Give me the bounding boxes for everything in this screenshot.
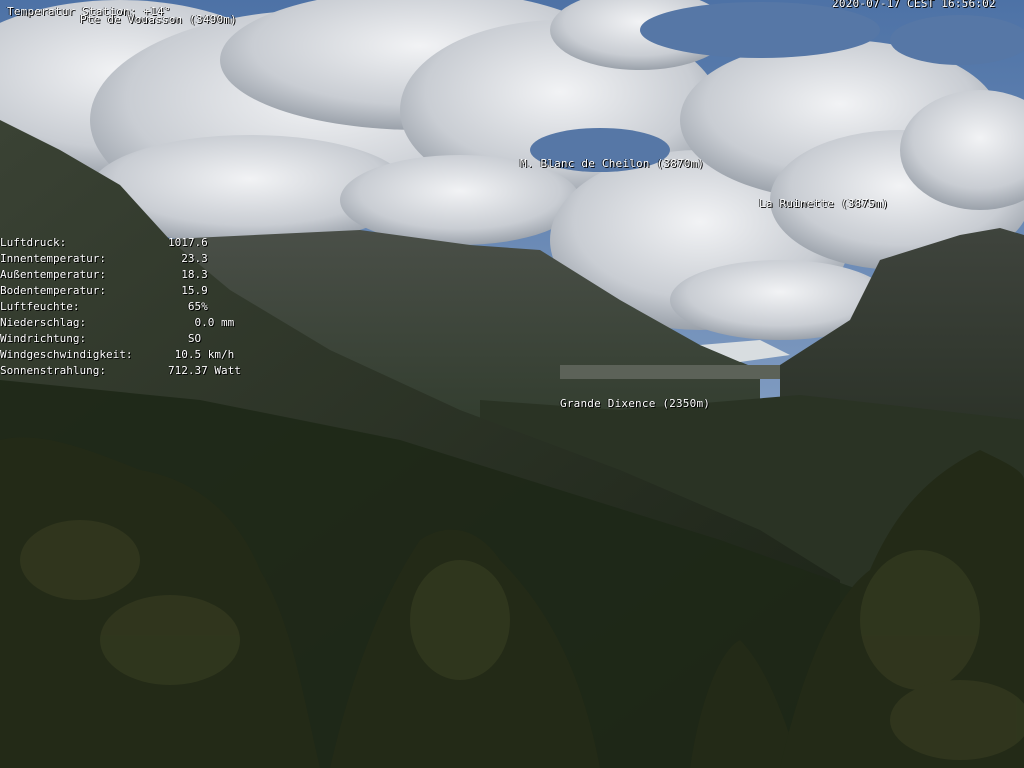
reading-label: Innentemperatur: xyxy=(0,252,106,265)
reading-label: Sonnenstrahlung: xyxy=(0,364,106,377)
reading-row: Windgeschwindigkeit: 10.5 km/h xyxy=(0,347,234,363)
reading-label: Windgeschwindigkeit: xyxy=(0,348,133,361)
reading-label: Außentemperatur: xyxy=(0,268,106,281)
reading-value: SO xyxy=(168,332,202,345)
reading-row: Luftfeuchte: 65% xyxy=(0,299,208,315)
reading-value: 65% xyxy=(168,300,208,313)
reading-value: 712.37 Watt xyxy=(168,364,241,377)
peak-label-grande-dixence: Grande Dixence (2350m) xyxy=(560,397,711,410)
reading-value: 15.9 xyxy=(168,284,208,297)
timestamp: 2020-07-17 CEST 16:56:02 xyxy=(832,0,996,10)
reading-label: Bodentemperatur: xyxy=(0,284,106,297)
weather-readings: Luftdruck: 1017.6 Innentemperatur: 23.3 … xyxy=(0,235,241,379)
reading-row: Sonnenstrahlung: 712.37 Watt xyxy=(0,363,241,379)
station-subtitle: Pte de Vouasson (3490m) xyxy=(80,13,237,26)
reading-row: Innentemperatur: 23.3 xyxy=(0,251,208,267)
reading-value: 23.3 xyxy=(168,252,208,265)
reading-label: Windrichtung: xyxy=(0,332,87,345)
reading-row: Niederschlag: 0.0 mm xyxy=(0,315,234,331)
reading-value: 0.0 mm xyxy=(168,316,235,329)
webcam-image xyxy=(0,0,1024,768)
peak-label-la-ruinette: La Ruinette (3875m) xyxy=(759,197,889,210)
reading-label: Niederschlag: xyxy=(0,316,87,329)
reading-value: 18.3 xyxy=(168,268,208,281)
reading-row: Bodentemperatur: 15.9 xyxy=(0,283,208,299)
reading-row: Außentemperatur: 18.3 xyxy=(0,267,208,283)
reading-value: 10.5 km/h xyxy=(168,348,235,361)
reading-value: 1017.6 xyxy=(168,236,208,249)
reading-label: Luftfeuchte: xyxy=(0,300,80,313)
reading-label: Luftdruck: xyxy=(0,236,67,249)
reading-row: Windrichtung: SO xyxy=(0,331,201,347)
dam-wall xyxy=(560,365,780,379)
reading-row: Luftdruck: 1017.6 xyxy=(0,235,208,251)
peak-label-blanc-de-cheilon: M. Blanc de Cheilon (3870m) xyxy=(520,157,705,170)
